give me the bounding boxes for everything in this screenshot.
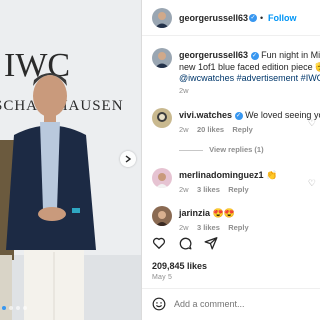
reply-button[interactable]: Reply [228, 185, 248, 194]
caption-time: 2w [179, 86, 189, 95]
caption-text-1: Fun night in Miami [261, 50, 320, 60]
post-header: georgerussell63 ✓ • Follow [142, 0, 320, 36]
comment-like-heart-icon[interactable]: ♡ [308, 178, 316, 189]
comment-line: vivi.watches ✓ We loved seeing you! 👏 [179, 110, 320, 121]
comment-bar [142, 288, 320, 320]
comment-text: 😍😍 [212, 208, 235, 218]
carousel-indicator [2, 306, 27, 310]
reply-button[interactable]: Reply [228, 223, 248, 232]
comment-line: jarinzia 😍😍 [179, 208, 235, 219]
comment-likes[interactable]: 3 likes [197, 223, 220, 232]
carousel-dot [2, 306, 6, 310]
emoji-icon[interactable] [152, 297, 166, 311]
post-photo[interactable]: IWC SCHAFFHAUSEN [0, 0, 141, 320]
comment-meta: 2w 3 likes Reply [179, 185, 249, 194]
view-replies-row[interactable]: View replies (1) [179, 145, 264, 154]
verified-badge-icon: ✓ [249, 14, 257, 22]
instagram-post-view: IWC SCHAFFHAUSEN [0, 0, 320, 320]
view-replies-button[interactable]: View replies (1) [209, 145, 263, 154]
comment-avatar[interactable] [152, 168, 172, 188]
comment-text: 👏 [266, 170, 278, 180]
comment-time: 2w [179, 223, 189, 232]
caption-text-2: new 1of1 blue faced edition piece 🫡 Su [179, 62, 320, 72]
comment-username[interactable]: merlinadominguez1 [179, 170, 264, 180]
caption-hashtags[interactable]: @iwcwatches #advertisement #IWCing [179, 73, 320, 83]
verified-badge-icon: ✓ [250, 51, 259, 60]
comment-avatar[interactable] [152, 108, 172, 128]
post-actions [152, 236, 218, 250]
heart-icon[interactable] [152, 236, 166, 250]
caption-username[interactable]: georgerussell63 [179, 50, 248, 60]
caption-line-1: georgerussell63 ✓ Fun night in Miami [179, 50, 320, 60]
likes-count[interactable]: 209,845 likes [152, 261, 207, 271]
carousel-next-button[interactable] [120, 151, 136, 167]
reply-button[interactable]: Reply [232, 125, 252, 134]
divider [179, 149, 203, 151]
carousel-dot [16, 306, 20, 310]
post-side-panel: georgerussell63 ✓ • Follow georgerussell… [141, 0, 320, 320]
comment-likes[interactable]: 20 likes [197, 125, 224, 134]
comment-username[interactable]: jarinzia [179, 208, 210, 218]
comment-likes[interactable]: 3 likes [197, 185, 220, 194]
comment-meta: 2w 20 likes Reply [179, 125, 253, 134]
carousel-dot [23, 306, 27, 310]
comment-username[interactable]: vivi.watches [179, 110, 232, 120]
share-icon[interactable] [204, 236, 218, 250]
comment-input[interactable] [174, 299, 314, 309]
follow-button[interactable]: Follow [268, 13, 297, 23]
comment-icon[interactable] [178, 236, 192, 250]
comment-line: merlinadominguez1 👏 [179, 170, 277, 181]
caption-avatar[interactable] [152, 48, 172, 68]
post-date: May 5 [152, 274, 173, 281]
avatar[interactable] [152, 8, 172, 28]
carousel-dot [9, 306, 13, 310]
comment-like-heart-icon[interactable]: ♡ [308, 118, 316, 129]
verified-badge-icon: ✓ [234, 111, 243, 120]
comment-meta: 2w 3 likes Reply [179, 223, 249, 232]
chevron-right-icon [125, 155, 131, 163]
comment-time: 2w [179, 125, 189, 134]
comment-avatar[interactable] [152, 206, 172, 226]
author-username[interactable]: georgerussell63 [179, 13, 248, 23]
comment-time: 2w [179, 185, 189, 194]
separator-dot: • [260, 13, 264, 23]
